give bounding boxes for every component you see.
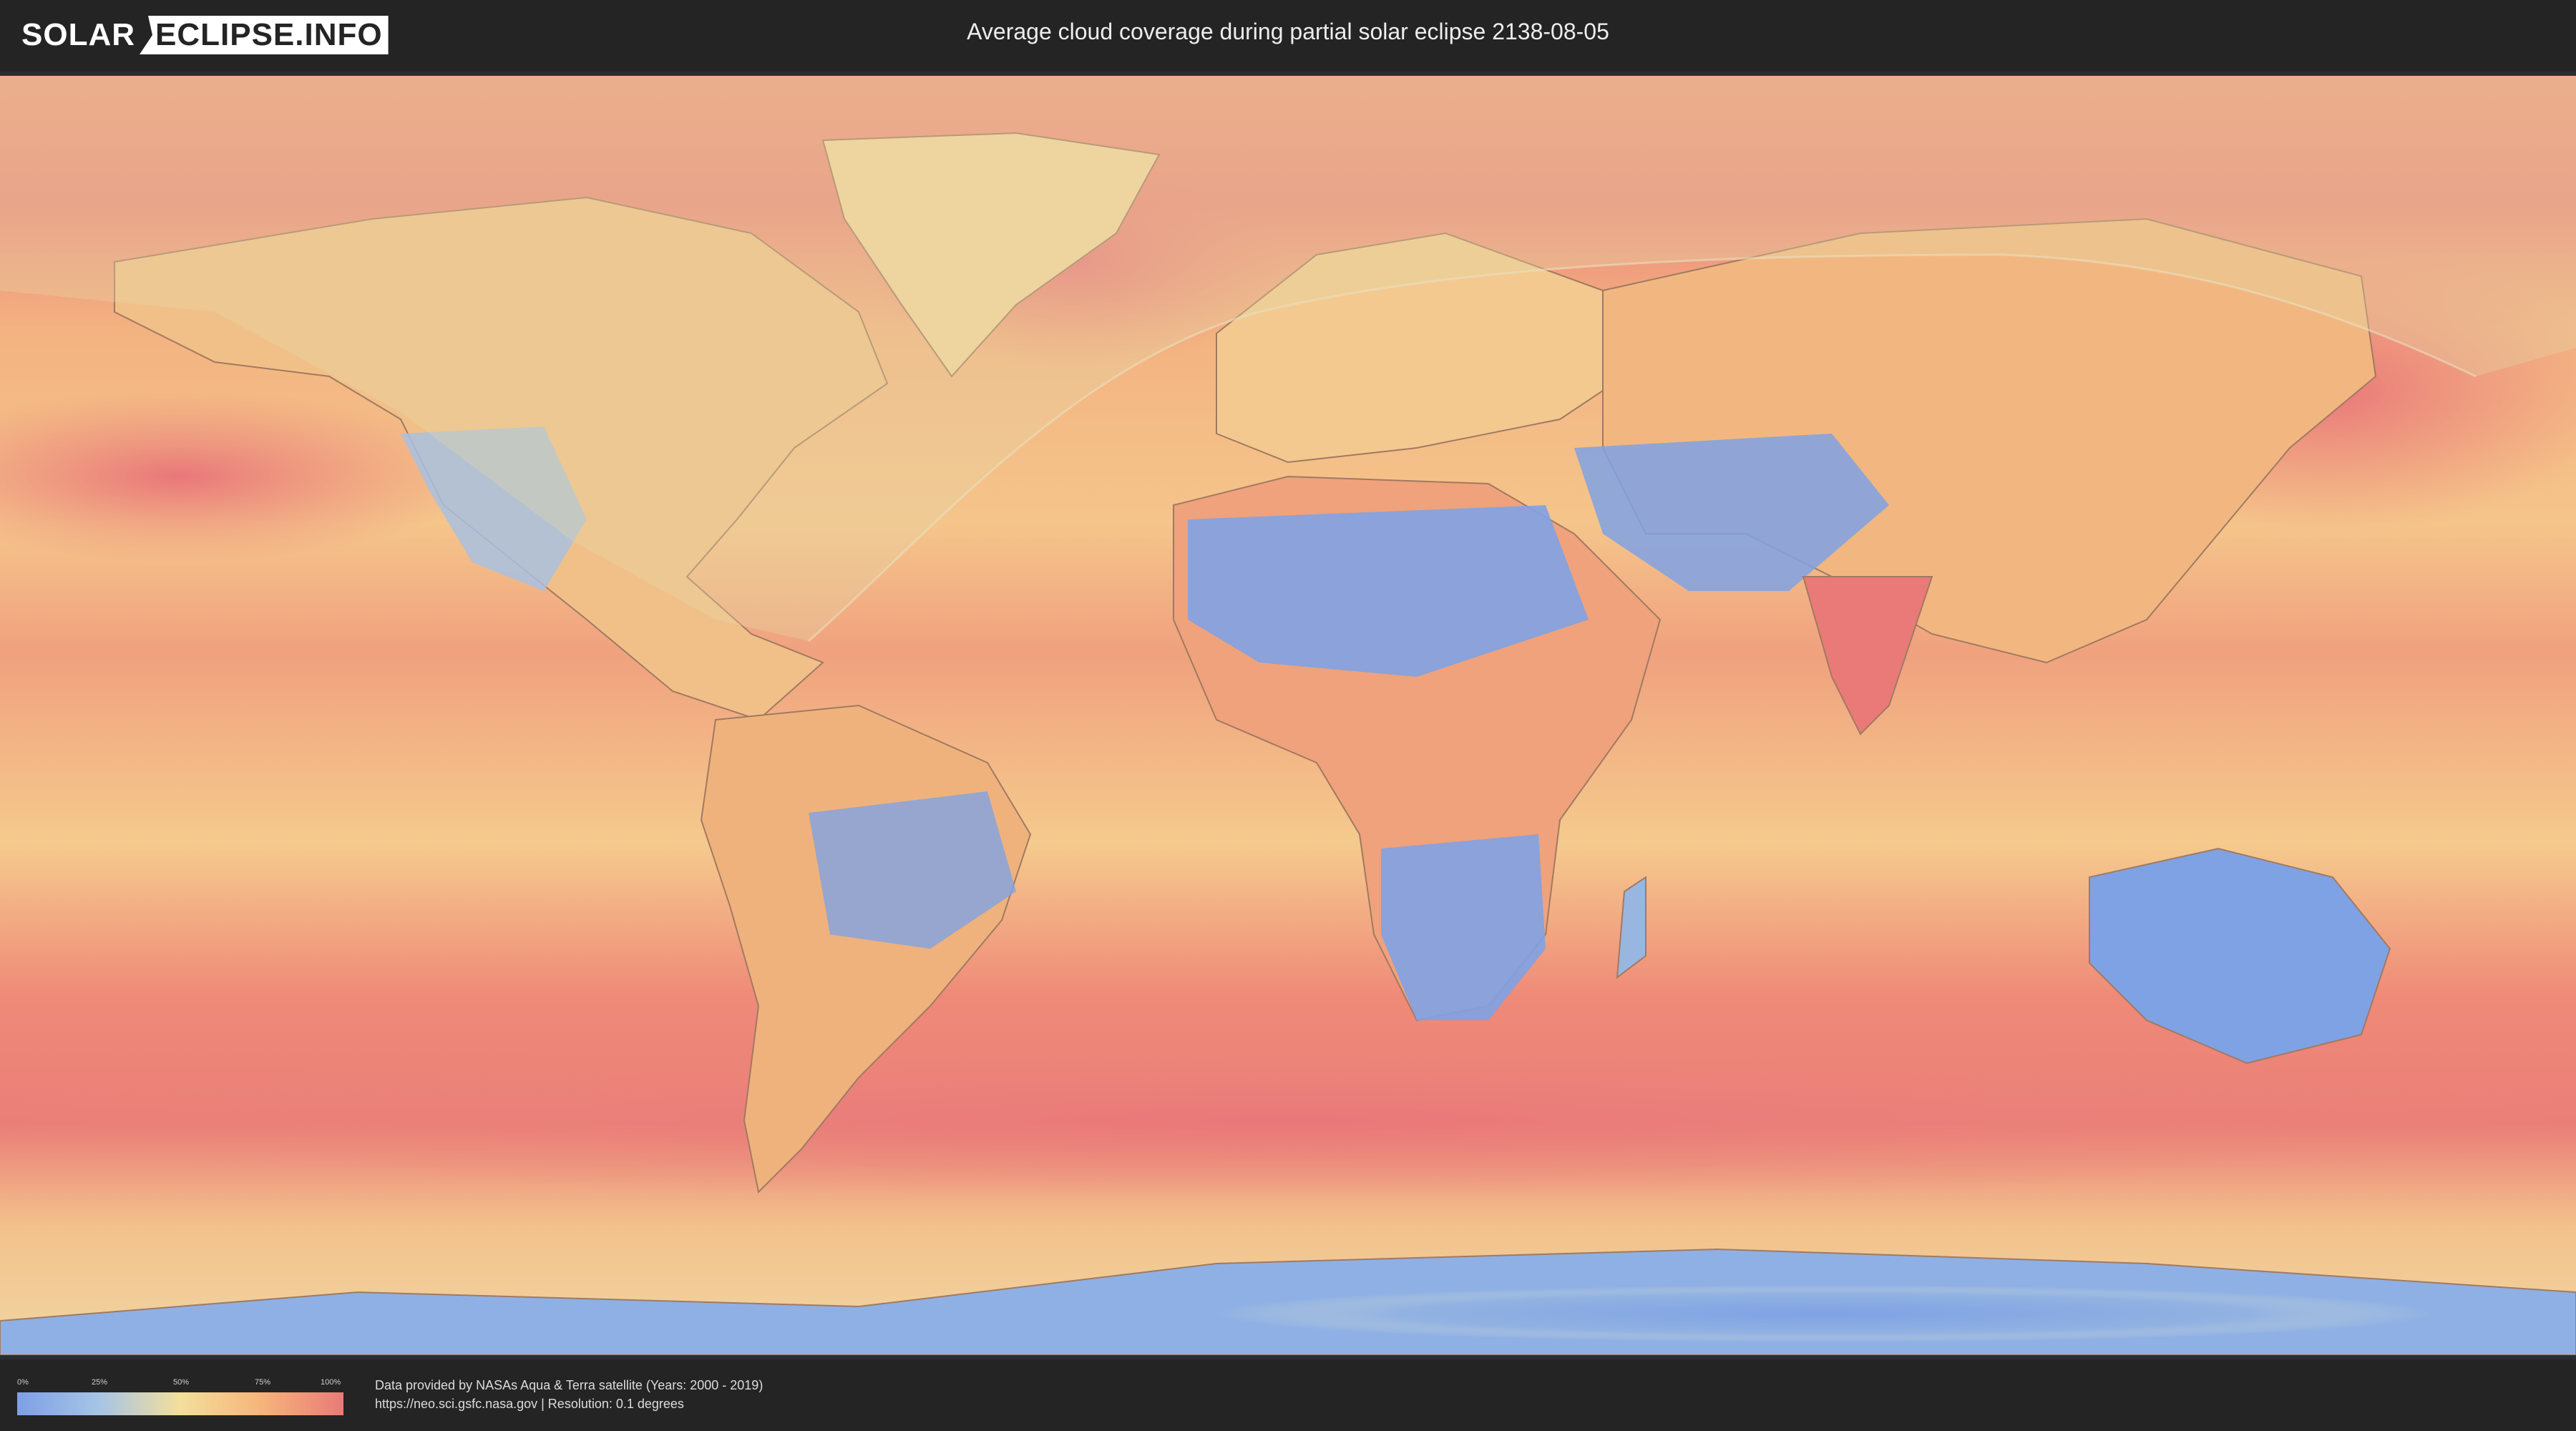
map-frame <box>0 76 2576 1355</box>
footer-bar: 0% 25% 50% 75% 100% Data provided by NAS… <box>0 1359 2576 1431</box>
data-source-line[interactable]: https://neo.sci.gsfc.nasa.gov | Resoluti… <box>375 1397 684 1412</box>
legend-tick-25: 25% <box>92 1378 108 1387</box>
legend-tick-0: 0% <box>17 1378 29 1387</box>
page-title: Average cloud coverage during partial so… <box>967 19 1609 44</box>
cloud-coverage-map[interactable] <box>0 76 2576 1355</box>
legend-scale: 0% 25% 50% 75% 100% <box>17 1375 343 1390</box>
header-bar: SOLAR ECLIPSE.INFO Average cloud coverag… <box>0 0 2576 72</box>
data-credit-line: Data provided by NASAs Aqua & Terra sate… <box>375 1378 763 1392</box>
cloud-band-southern-ocean <box>0 1042 2576 1199</box>
legend-color-bar <box>17 1392 343 1415</box>
legend-tick-100: 100% <box>321 1378 341 1387</box>
legend-tick-50: 50% <box>173 1378 190 1387</box>
antarctic-clear-region <box>1216 1285 2433 1342</box>
legend-tick-75: 75% <box>255 1378 271 1387</box>
